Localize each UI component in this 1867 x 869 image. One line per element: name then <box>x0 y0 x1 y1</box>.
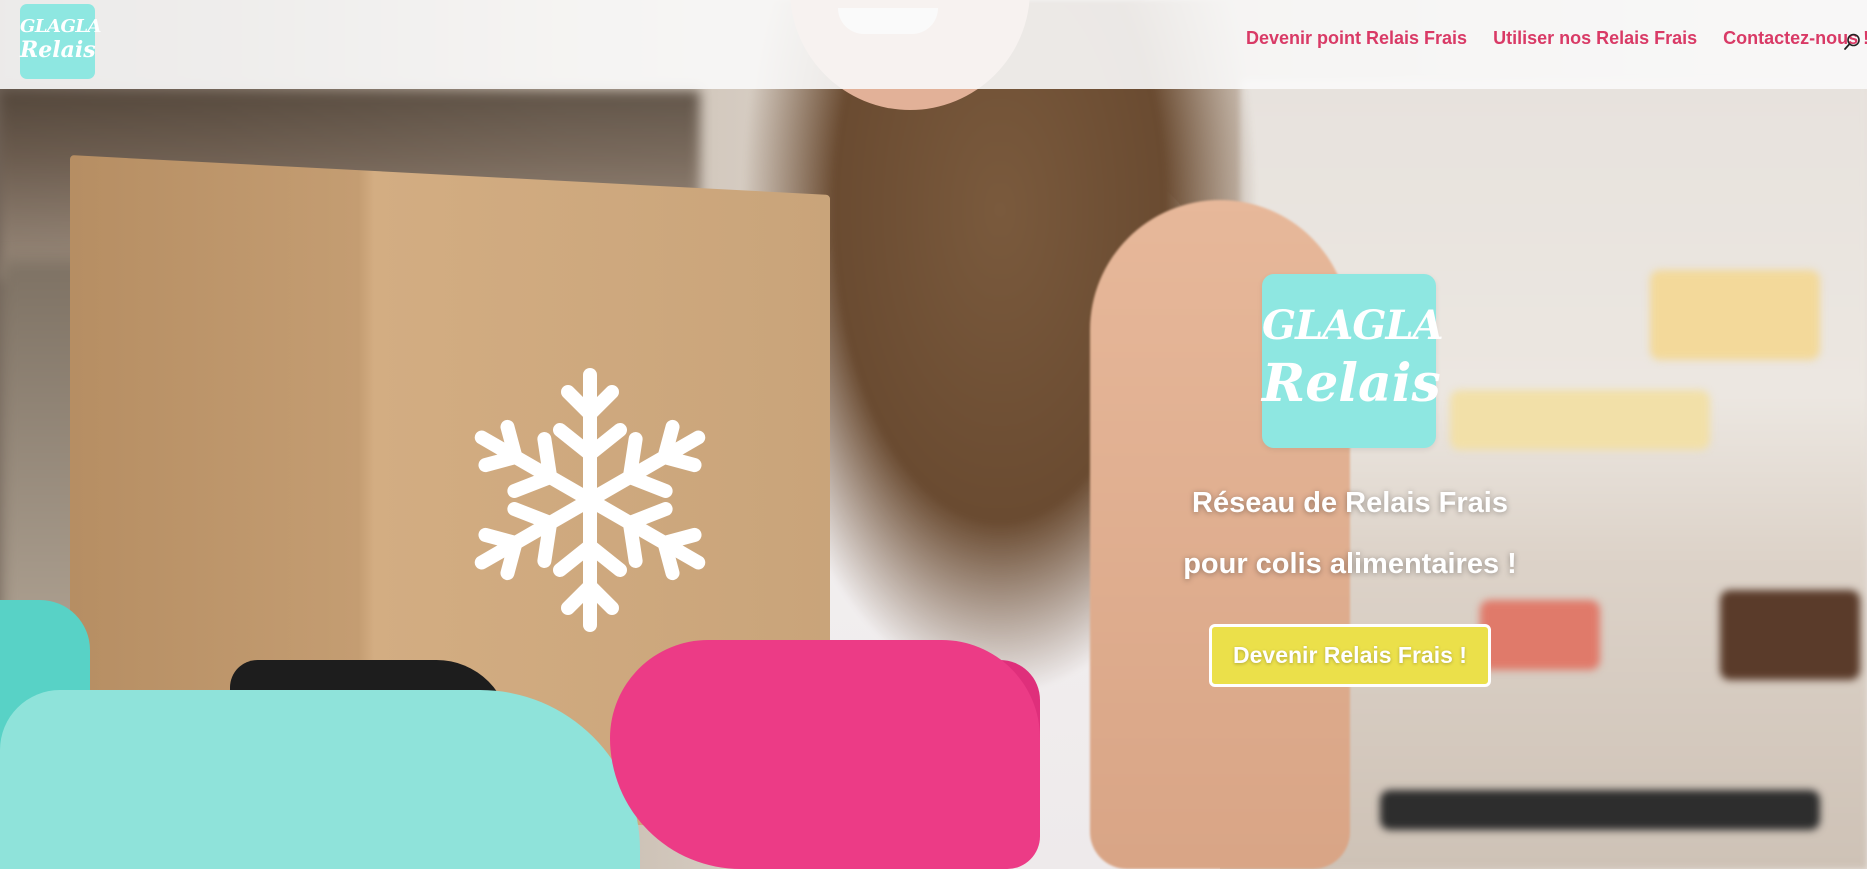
hero-logo: GLAGLA Relais <box>1262 274 1444 448</box>
cta-devenir-relais-button[interactable]: Devenir Relais Frais ! <box>1209 624 1491 687</box>
site-header: GLAGLA Relais Devenir point Relais Frais… <box>0 0 1867 89</box>
pink-glove <box>610 640 1040 869</box>
hero-tagline-line1: Réseau de Relais Frais <box>1192 487 1508 519</box>
cake-shape <box>1650 270 1820 360</box>
nav-utiliser-relais[interactable]: Utiliser nos Relais Frais <box>1493 28 1697 49</box>
cake-shape <box>1480 600 1600 670</box>
search-icon[interactable] <box>1843 33 1861 51</box>
logo-line2: Relais <box>20 37 96 63</box>
site-logo[interactable]: GLAGLA Relais <box>20 4 102 79</box>
teal-mitten <box>0 690 640 869</box>
main-nav: Devenir point Relais Frais Utiliser nos … <box>1246 28 1867 49</box>
hero-tagline-line2: pour colis alimentaires ! <box>1183 548 1517 580</box>
logo-line1: GLAGLA <box>20 16 102 37</box>
hero-background-image <box>0 0 1867 869</box>
cake-shape <box>1450 390 1710 450</box>
nav-devenir-point-relais[interactable]: Devenir point Relais Frais <box>1246 28 1467 49</box>
snowflake-icon <box>474 368 706 632</box>
hero-logo-line1: GLAGLA <box>1262 302 1444 349</box>
cake-shape <box>1380 790 1820 830</box>
cake-shape <box>1720 590 1860 680</box>
hero-logo-line2: Relais <box>1262 353 1441 414</box>
